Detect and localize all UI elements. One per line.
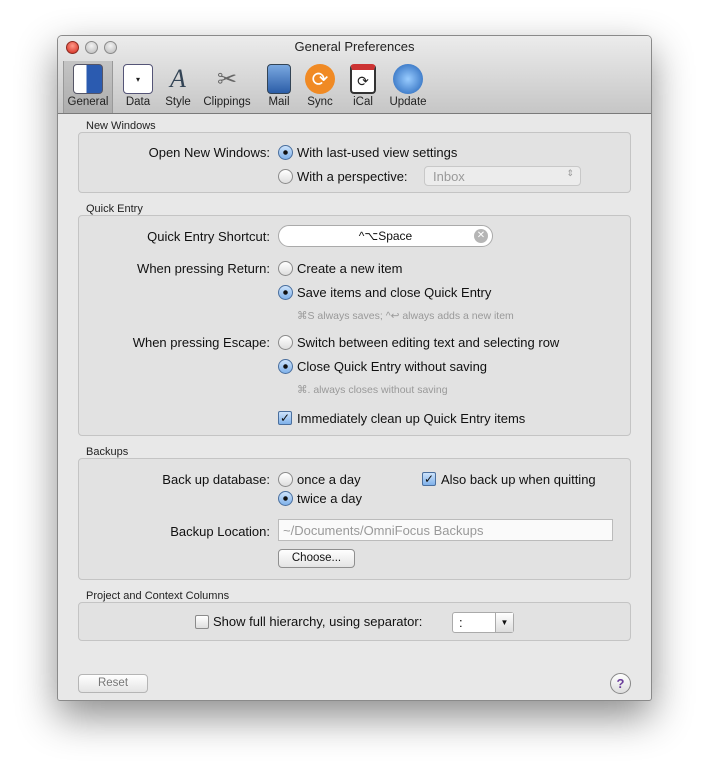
radio-create-new[interactable] bbox=[278, 261, 293, 276]
backup-location-value: ~/Documents/OmniFocus Backups bbox=[283, 523, 484, 538]
separator-combo[interactable]: : ▼ bbox=[452, 612, 514, 633]
new-windows-group: Open New Windows: With last-used view se… bbox=[78, 132, 631, 193]
checkmark-icon: ✓ bbox=[423, 472, 435, 486]
open-new-windows-label: Open New Windows: bbox=[148, 145, 270, 160]
shortcut-label: Quick Entry Shortcut: bbox=[147, 229, 270, 244]
columns-group: Show full hierarchy, using separator: : ▼ bbox=[78, 602, 631, 641]
tab-style[interactable]: A Style bbox=[153, 61, 203, 113]
perspective-select[interactable]: Inbox ⇕ bbox=[424, 166, 581, 186]
help-icon: ? bbox=[616, 676, 625, 691]
radio-once-a-day[interactable] bbox=[278, 472, 293, 487]
general-icon bbox=[73, 64, 103, 94]
section-columns: Project and Context Columns bbox=[86, 590, 230, 602]
tab-label: Mail bbox=[268, 96, 290, 108]
create-new-label: Create a new item bbox=[297, 261, 403, 276]
tab-clippings[interactable]: ✂ Clippings bbox=[199, 61, 255, 113]
clippings-icon: ✂ bbox=[216, 65, 238, 93]
twice-a-day-label: twice a day bbox=[297, 491, 363, 506]
mail-icon bbox=[267, 64, 291, 94]
save-close-label: Save items and close Quick Entry bbox=[297, 285, 492, 300]
escape-hint: ⌘. always closes without saving bbox=[297, 384, 448, 396]
backup-database-label: Back up database: bbox=[162, 472, 270, 487]
style-icon: A bbox=[170, 64, 186, 93]
tab-general[interactable]: General bbox=[63, 61, 113, 113]
update-icon bbox=[393, 64, 423, 94]
tab-label: Clippings bbox=[203, 96, 251, 108]
separator-value: : bbox=[459, 615, 463, 630]
radio-save-close[interactable] bbox=[278, 285, 293, 300]
tab-label: iCal bbox=[353, 96, 373, 108]
radio-twice-a-day[interactable] bbox=[278, 491, 293, 506]
preferences-window: General Preferences General ▾ Data A Style… bbox=[57, 35, 652, 701]
hierarchy-label: Show full hierarchy, using separator: bbox=[213, 614, 423, 629]
backup-quitting-checkbox[interactable]: ✓ bbox=[422, 472, 436, 486]
radio-last-used[interactable] bbox=[278, 145, 293, 160]
shortcut-value: ^⌥Space bbox=[358, 229, 413, 243]
chevron-down-icon[interactable]: ▼ bbox=[495, 613, 513, 632]
tab-label: Sync bbox=[307, 96, 333, 108]
return-hint: ⌘S always saves; ^↩ always adds a new it… bbox=[297, 310, 514, 322]
clear-icon[interactable]: ✕ bbox=[474, 229, 488, 243]
tab-ical[interactable]: ⟳ iCal bbox=[338, 61, 388, 113]
radio-switch-editing[interactable] bbox=[278, 335, 293, 350]
backup-location-field[interactable]: ~/Documents/OmniFocus Backups bbox=[278, 519, 613, 541]
shortcut-field[interactable]: ^⌥Space ✕ bbox=[278, 225, 493, 247]
tab-update[interactable]: Update bbox=[383, 61, 433, 113]
backups-group: Back up database: once a day twice a day… bbox=[78, 458, 631, 580]
help-button[interactable]: ? bbox=[610, 673, 631, 694]
tab-label: Data bbox=[125, 96, 151, 108]
close-without-saving-label: Close Quick Entry without saving bbox=[297, 359, 488, 374]
perspective-label: With a perspective: bbox=[297, 169, 408, 184]
section-backups: Backups bbox=[86, 446, 129, 458]
escape-label: When pressing Escape: bbox=[132, 335, 270, 350]
sync-icon: ⟳ bbox=[305, 64, 335, 94]
cleanup-checkbox[interactable]: ✓ bbox=[278, 411, 292, 425]
tab-label: Update bbox=[389, 96, 427, 108]
backup-location-label: Backup Location: bbox=[170, 524, 270, 539]
section-new-windows: New Windows bbox=[86, 120, 156, 132]
tab-label: Style bbox=[165, 96, 191, 108]
checkmark-icon: ✓ bbox=[279, 411, 291, 425]
quick-entry-group: Quick Entry Shortcut: ^⌥Space ✕ When pres… bbox=[78, 215, 631, 436]
data-icon: ▾ bbox=[123, 64, 153, 94]
switch-editing-label: Switch between editing text and selectin… bbox=[297, 335, 560, 350]
reset-button[interactable]: Reset bbox=[78, 674, 148, 693]
perspective-value: Inbox bbox=[433, 169, 465, 184]
choose-button[interactable]: Choose... bbox=[278, 549, 355, 568]
once-a-day-label: once a day bbox=[297, 472, 361, 487]
updown-icon: ⇕ bbox=[566, 168, 574, 178]
last-used-label: With last-used view settings bbox=[297, 145, 458, 160]
radio-close-without-saving[interactable] bbox=[278, 359, 293, 374]
tab-label: General bbox=[67, 96, 109, 108]
backup-quitting-label: Also back up when quitting bbox=[441, 472, 596, 487]
return-label: When pressing Return: bbox=[137, 261, 270, 276]
toolbar: General Preferences General ▾ Data A Style… bbox=[58, 36, 651, 114]
radio-perspective[interactable] bbox=[278, 169, 293, 184]
window-title: General Preferences bbox=[294, 39, 415, 54]
cleanup-label: Immediately clean up Quick Entry items bbox=[297, 411, 526, 426]
section-quick-entry: Quick Entry bbox=[86, 203, 143, 215]
hierarchy-checkbox[interactable] bbox=[195, 615, 209, 629]
ical-icon: ⟳ bbox=[350, 64, 376, 94]
